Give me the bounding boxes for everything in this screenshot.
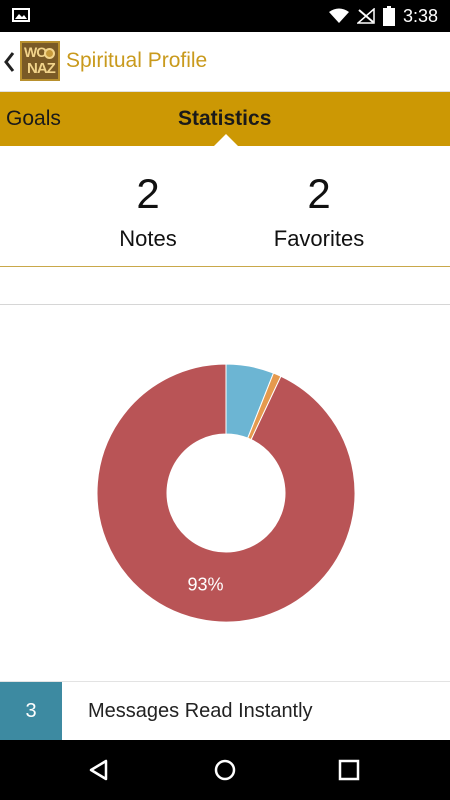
tab-selected-indicator: [213, 134, 239, 147]
tab-goals[interactable]: Goals: [6, 92, 61, 146]
chevron-left-icon[interactable]: [2, 49, 16, 75]
stats-divider: [0, 266, 450, 267]
favorites-count: 2: [307, 170, 331, 217]
reading-donut-chart: 93%: [96, 363, 356, 623]
logo-text-wo: WO: [24, 44, 47, 60]
wifi-icon: [328, 8, 349, 23]
donut-slice-2: [96, 363, 356, 623]
status-icons: 3:38: [328, 0, 438, 32]
image-notification-icon: [12, 8, 30, 22]
messages-label: Messages Read Instantly: [88, 700, 313, 722]
notes-count: 2: [136, 170, 160, 217]
app-logo: WO NAZ: [20, 41, 60, 81]
recents-square-icon[interactable]: [334, 755, 364, 785]
messages-count-badge: 3: [0, 682, 62, 741]
messages-read-row[interactable]: 3 Messages Read Instantly: [0, 681, 450, 741]
page-title: Spiritual Profile: [66, 49, 208, 72]
logo-text-naz: NAZ: [27, 60, 56, 77]
notes-label: Notes: [119, 226, 177, 251]
section-divider: [0, 304, 450, 305]
favorites-label: Favorites: [273, 226, 365, 251]
home-circle-icon[interactable]: [210, 755, 240, 785]
favorites-stat[interactable]: 2 Favorites: [234, 168, 404, 252]
status-bar: 3:38: [0, 0, 450, 32]
app-bar: WO NAZ Spiritual Profile: [0, 32, 450, 92]
notes-stat[interactable]: 2 Notes: [63, 168, 233, 252]
logo-ball-icon: [44, 48, 55, 59]
donut-label-2: 93%: [187, 575, 223, 595]
status-time: 3:38: [402, 5, 438, 26]
back-triangle-icon[interactable]: [84, 755, 114, 785]
battery-icon: [382, 6, 395, 26]
no-signal-icon: [356, 8, 375, 24]
system-nav-bar: [0, 740, 450, 800]
